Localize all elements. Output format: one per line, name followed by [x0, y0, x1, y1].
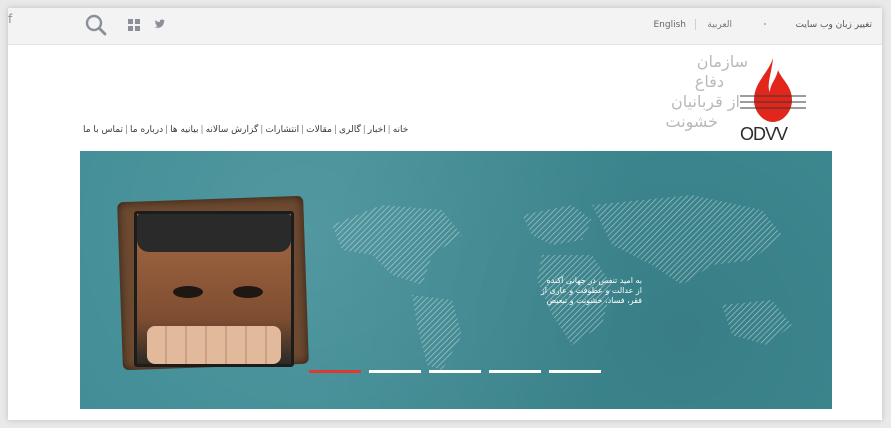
nav-gallery[interactable]: گالری	[339, 125, 361, 135]
slide-dot-3[interactable]	[429, 370, 481, 373]
language-change-label: تغییر زبان وب سایت	[795, 20, 872, 30]
caption-line: به امید تنفس در جهانی آکنده	[546, 276, 642, 285]
language-divider	[695, 19, 696, 30]
org-name-line: خشونت	[665, 112, 718, 131]
separator-dot	[764, 23, 766, 25]
nav-annual-report[interactable]: گزارش سالانه	[206, 125, 259, 135]
banner-caption: به امید تنفس در جهانی آکنده از عدالت و ع…	[512, 276, 642, 306]
org-name-line: از قربانیان	[671, 92, 740, 111]
top-bar: f تغییر زبان وب سایت العربية English	[8, 8, 882, 45]
nav-home[interactable]: خانه	[393, 125, 409, 135]
photo-eye	[233, 286, 263, 298]
world-map-graphic	[332, 195, 792, 370]
slide-dot-5[interactable]	[549, 370, 601, 373]
nav-news[interactable]: اخبار	[368, 125, 386, 135]
page: f تغییر زبان وب سایت العربية English ODV…	[8, 8, 882, 420]
photo-hair	[137, 214, 291, 252]
english-link[interactable]: English	[654, 20, 687, 30]
twitter-icon[interactable]	[154, 18, 166, 30]
nav-separator: |	[200, 125, 204, 135]
slide-dot-1[interactable]	[309, 370, 361, 373]
photo-eye	[173, 286, 203, 298]
nav-statements[interactable]: بیانیه ها	[170, 125, 198, 135]
org-name-line: دفاع	[694, 72, 724, 91]
nav-separator: |	[362, 125, 366, 135]
nav-contact[interactable]: تماس با ما	[83, 125, 123, 135]
hero-slider[interactable]: به امید تنفس در جهانی آکنده از عدالت و ع…	[80, 151, 832, 409]
caption-line: فقر، فساد، خشونت و تبعیض	[546, 296, 642, 305]
arabic-link[interactable]: العربية	[707, 20, 732, 30]
main-navigation: خانه|اخبار|گالری|مقالات|انتشارات|گزارش س…	[83, 125, 463, 141]
nav-separator: |	[387, 125, 391, 135]
windows-icon[interactable]	[128, 19, 140, 31]
slide-dot-4[interactable]	[489, 370, 541, 373]
nav-publications[interactable]: انتشارات	[265, 125, 299, 135]
nav-separator: |	[333, 125, 337, 135]
search-icon[interactable]	[84, 13, 108, 37]
organization-name: سازمان دفاع از قربانیان خشونت	[665, 52, 748, 132]
nav-separator: |	[124, 125, 129, 135]
caption-line: از عدالت و عطوفت و عاری از	[540, 286, 642, 295]
nav-about[interactable]: درباره ما	[130, 125, 163, 135]
org-name-line: سازمان	[696, 52, 748, 71]
slide-dot-2[interactable]	[369, 370, 421, 373]
photo-fingers	[147, 326, 281, 364]
child-photo	[134, 211, 294, 367]
facebook-icon[interactable]: f	[8, 12, 12, 26]
nav-articles[interactable]: مقالات	[306, 125, 332, 135]
